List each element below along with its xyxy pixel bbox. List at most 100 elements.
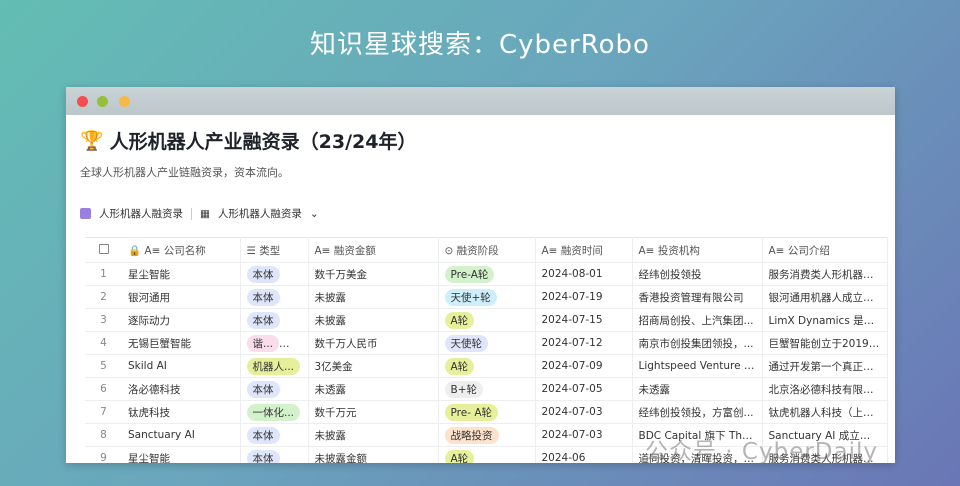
investor-cell[interactable]: Lightspeed Venture Part... — [632, 354, 763, 378]
stage-cell[interactable]: A轮 — [438, 354, 536, 378]
amount-cell[interactable]: 3亿美金 — [308, 354, 439, 378]
stage-cell[interactable]: 战略投资 — [438, 423, 536, 447]
investor-cell[interactable]: 南京市创投集团领投，... — [632, 331, 763, 355]
stage-cell[interactable]: Pre-A轮 — [438, 262, 536, 286]
app-window: 🏆 人形机器人产业融资录（23/24年） 全球人形机器人产业链融资录，资本流向。 … — [66, 87, 895, 463]
type-tag: 本体 — [246, 288, 280, 306]
table-row[interactable]: 3 逐际动力 本体 未披露 A轮 2024-07-15 招商局创投、上汽集团..… — [85, 308, 888, 332]
date-cell[interactable]: 2024-07-05 — [535, 377, 633, 401]
minimize-button[interactable] — [97, 96, 108, 107]
maximize-button[interactable] — [119, 96, 130, 107]
intro-cell[interactable]: 服务消费类人形机器人... — [762, 262, 888, 286]
stage-cell[interactable]: Pre- A轮 — [438, 400, 536, 424]
stage-cell[interactable]: B+轮 — [438, 377, 536, 401]
amount-cell[interactable]: 未披露金额 — [308, 446, 439, 463]
row-number: 4 — [85, 331, 122, 355]
lock-icon: 🔒 — [128, 244, 142, 257]
column-header[interactable]: A≡ 融资时间 — [535, 237, 633, 263]
column-header[interactable]: A≡ 投资机构 — [632, 237, 763, 263]
intro-cell[interactable]: 钛虎机器人科技（上海... — [762, 400, 888, 424]
page-title: 人形机器人产业融资录（23/24年） — [109, 131, 417, 153]
select-all-checkbox[interactable] — [98, 243, 109, 254]
type-cell[interactable]: 谐... +1 — [240, 331, 309, 355]
stage-tag: B+轮 — [444, 380, 484, 398]
text-field-icon: A≡ — [541, 244, 558, 257]
intro-cell[interactable]: 通过开发第一个真正的... — [762, 354, 888, 378]
date-cell[interactable]: 2024-07-15 — [535, 308, 633, 332]
table-row[interactable]: 6 洛必德科技 本体 未透露 B+轮 2024-07-05 未透露 北京洛必德科… — [85, 377, 888, 401]
table-row[interactable]: 5 Skild AI 机器人... 3亿美金 A轮 2024-07-09 Lig… — [85, 354, 888, 378]
stage-tag: Pre- A轮 — [444, 403, 499, 421]
stage-tag: 天使轮 — [444, 334, 488, 352]
row-number: 6 — [85, 377, 122, 401]
table-row[interactable]: 7 钛虎科技 一体化... 数千万元 Pre- A轮 2024-07-03 经纬… — [85, 400, 888, 424]
column-header[interactable]: ☰ 类型 — [240, 237, 309, 263]
investor-cell[interactable]: 招商局创投、上汽集团... — [632, 308, 763, 332]
amount-cell[interactable]: 未透露 — [308, 377, 439, 401]
view-bar: 人形机器人融资录 ▦ 人形机器人融资录 ⌄ — [80, 206, 881, 221]
amount-cell[interactable]: 数千万美金 — [308, 262, 439, 286]
intro-cell[interactable]: 巨蟹智能创立于2019年... — [762, 331, 888, 355]
date-cell[interactable]: 2024-07-03 — [535, 423, 633, 447]
select-field-icon: ⊙ — [444, 244, 454, 257]
chevron-down-icon[interactable]: ⌄ — [310, 208, 319, 220]
amount-cell[interactable]: 未披露 — [308, 285, 439, 309]
company-cell[interactable]: 洛必德科技 — [122, 377, 241, 401]
table-row[interactable]: 2 银河通用 本体 未披露 天使+轮 2024-07-19 香港投资管理有限公司… — [85, 285, 888, 309]
company-cell[interactable]: 无锡巨蟹智能 — [122, 331, 241, 355]
close-button[interactable] — [77, 96, 88, 107]
type-cell[interactable]: 机器人... — [240, 354, 309, 378]
stage-cell[interactable]: A轮 — [438, 308, 536, 332]
type-cell[interactable]: 本体 — [240, 423, 309, 447]
banner-title: 知识星球搜索：CyberRobo — [310, 30, 650, 60]
company-cell[interactable]: Skild AI — [122, 354, 241, 378]
amount-cell[interactable]: 未披露 — [308, 308, 439, 332]
type-cell[interactable]: 本体 — [240, 285, 309, 309]
column-header[interactable]: ⊙ 融资阶段 — [438, 237, 536, 263]
type-cell[interactable]: 本体 — [240, 308, 309, 332]
page-subtitle: 全球人形机器人产业链融资录，资本流向。 — [80, 166, 289, 179]
stage-cell[interactable]: A轮 — [438, 446, 536, 463]
amount-cell[interactable]: 数千万人民币 — [308, 331, 439, 355]
company-cell[interactable]: 逐际动力 — [122, 308, 241, 332]
company-cell[interactable]: 银河通用 — [122, 285, 241, 309]
company-cell[interactable]: 钛虎科技 — [122, 400, 241, 424]
type-cell[interactable]: 本体 — [240, 262, 309, 286]
date-cell[interactable]: 2024-08-01 — [535, 262, 633, 286]
type-tag: 本体 — [246, 380, 280, 398]
investor-cell[interactable]: 经纬创投领投 — [632, 262, 763, 286]
date-cell[interactable]: 2024-06 — [535, 446, 633, 463]
type-tag: 一体化... — [246, 403, 301, 421]
table-name[interactable]: 人形机器人融资录 — [99, 206, 183, 221]
amount-cell[interactable]: 未披露 — [308, 423, 439, 447]
type-cell[interactable]: 本体 — [240, 377, 309, 401]
column-header[interactable]: A≡ 融资金额 — [308, 237, 439, 263]
date-cell[interactable]: 2024-07-09 — [535, 354, 633, 378]
amount-cell[interactable]: 数千万元 — [308, 400, 439, 424]
date-cell[interactable]: 2024-07-12 — [535, 331, 633, 355]
company-cell[interactable]: 星尘智能 — [122, 262, 241, 286]
intro-cell[interactable]: 北京洛必德科技有限公... — [762, 377, 888, 401]
grid-view-icon: ▦ — [200, 207, 210, 220]
table-row[interactable]: 4 无锡巨蟹智能 谐... +1 数千万人民币 天使轮 2024-07-12 南京… — [85, 331, 888, 355]
investor-cell[interactable]: 香港投资管理有限公司 — [632, 285, 763, 309]
column-header[interactable]: 🔒 A≡ 公司名称 — [122, 237, 241, 263]
date-cell[interactable]: 2024-07-19 — [535, 285, 633, 309]
column-header[interactable]: A≡ 公司介绍 — [762, 237, 888, 263]
intro-cell[interactable]: LimX Dynamics 是一家... — [762, 308, 888, 332]
intro-cell[interactable]: 银河通用机器人成立于2... — [762, 285, 888, 309]
company-cell[interactable]: Sanctuary AI — [122, 423, 241, 447]
stage-cell[interactable]: 天使轮 — [438, 331, 536, 355]
view-selector[interactable]: 人形机器人融资录 — [218, 206, 302, 221]
type-cell[interactable]: 本体 — [240, 446, 309, 463]
date-cell[interactable]: 2024-07-03 — [535, 400, 633, 424]
stage-tag: 天使+轮 — [444, 288, 497, 306]
text-field-icon: A≡ — [768, 244, 785, 257]
investor-cell[interactable]: 经纬创投领投，方富创... — [632, 400, 763, 424]
investor-cell[interactable]: 未透露 — [632, 377, 763, 401]
type-cell[interactable]: 一体化... — [240, 400, 309, 424]
table-row[interactable]: 1 星尘智能 本体 数千万美金 Pre-A轮 2024-08-01 经纬创投领投… — [85, 262, 888, 286]
text-field-icon: A≡ — [314, 244, 331, 257]
stage-cell[interactable]: 天使+轮 — [438, 285, 536, 309]
company-cell[interactable]: 星尘智能 — [122, 446, 241, 463]
